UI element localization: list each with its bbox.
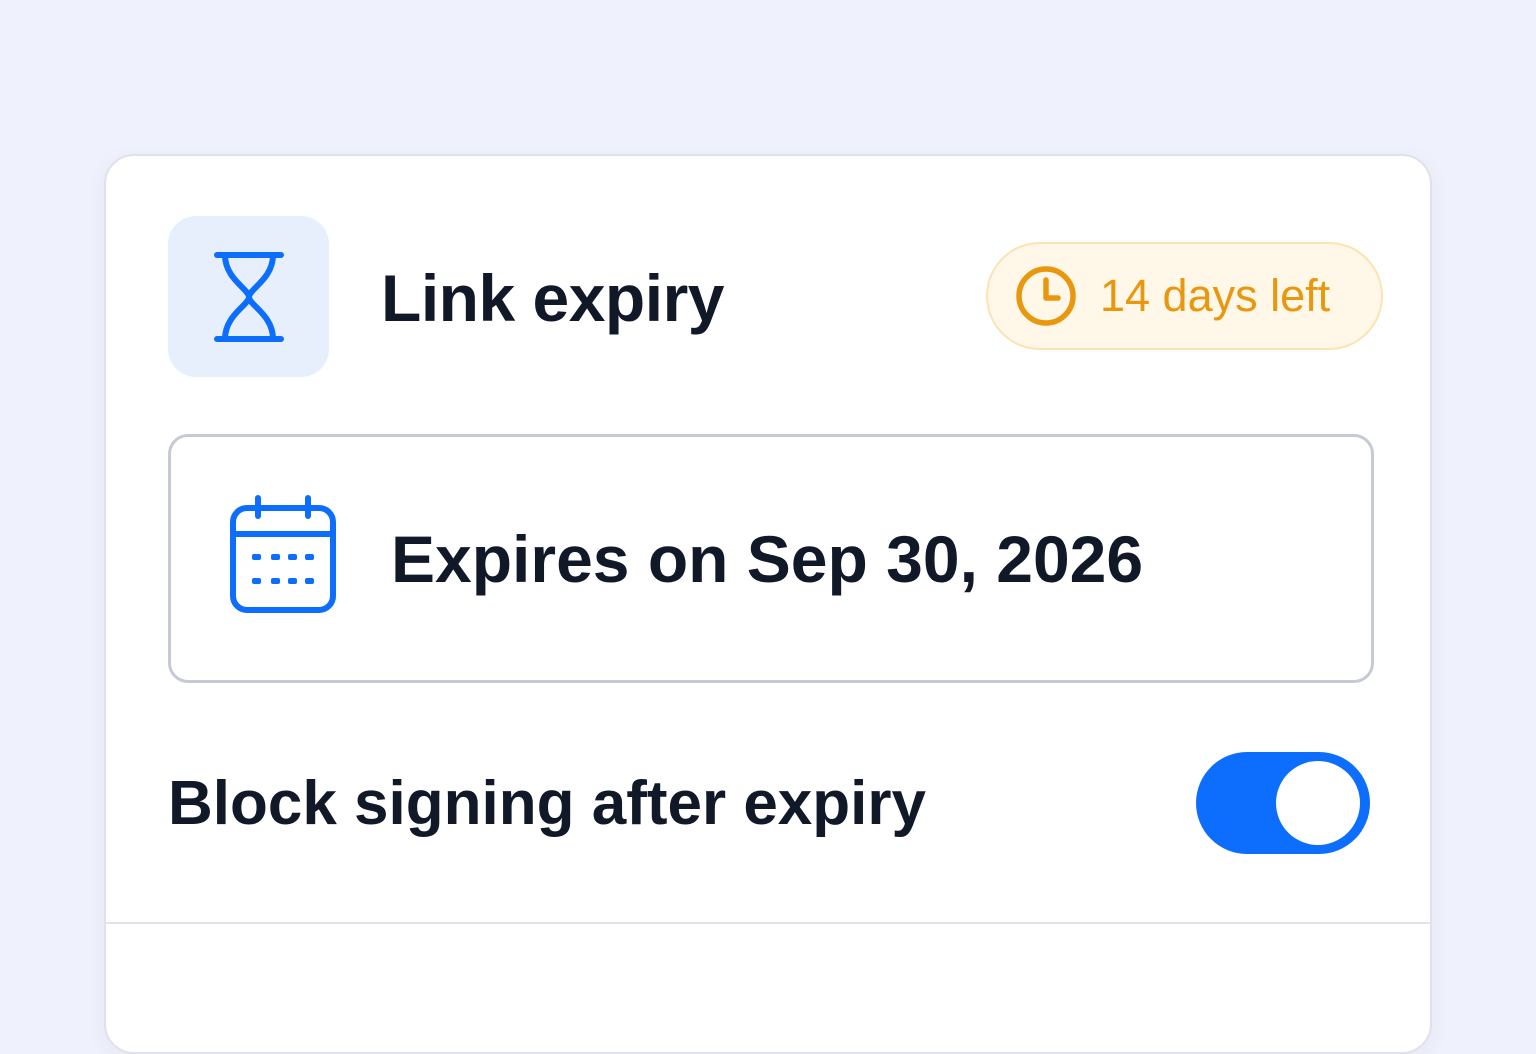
block-signing-label: Block signing after expiry: [168, 769, 926, 838]
card-title: Link expiry: [381, 261, 724, 335]
expiry-date-field[interactable]: Expires on Sep 30, 2026: [168, 434, 1374, 683]
hourglass-icon: [213, 251, 284, 342]
clock-icon: [1016, 266, 1076, 326]
expiry-date-text: Expires on Sep 30, 2026: [391, 522, 1144, 596]
days-left-badge: 14 days left: [986, 242, 1383, 350]
toggle-knob: [1276, 761, 1360, 845]
days-left-text: 14 days left: [1100, 270, 1331, 321]
calendar-icon: [230, 495, 336, 613]
block-signing-toggle[interactable]: [1196, 752, 1370, 854]
divider: [106, 922, 1430, 924]
header-icon-tile: [168, 216, 329, 377]
link-expiry-card: Link expiry 14 days left Expires on Sep …: [104, 154, 1432, 1054]
